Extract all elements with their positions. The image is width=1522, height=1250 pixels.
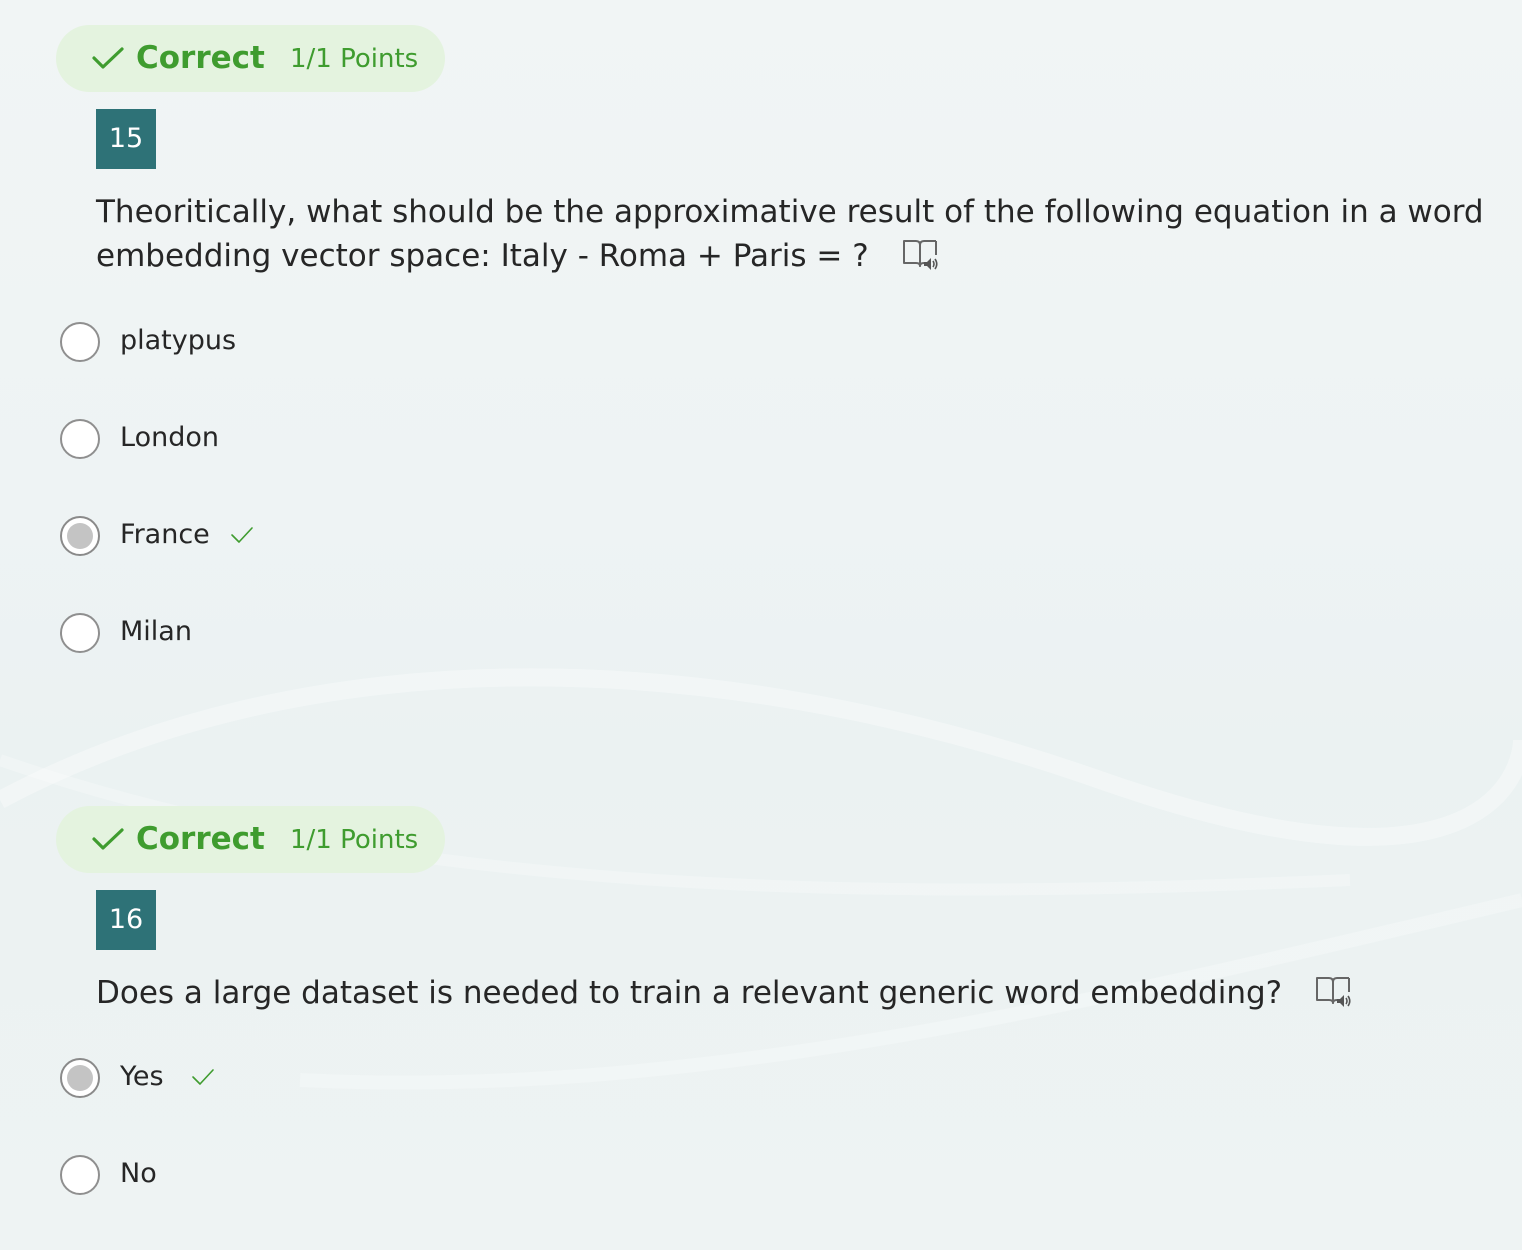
immersive-reader-icon[interactable] xyxy=(1314,975,1352,1009)
option-label: platypus xyxy=(120,325,237,356)
radio-button[interactable] xyxy=(60,1155,100,1195)
result-pill: Correct 1/1 Points xyxy=(56,806,445,873)
question-number-badge: 16 xyxy=(96,890,156,950)
question-number-badge: 15 xyxy=(96,109,156,169)
radio-button[interactable] xyxy=(60,322,100,362)
result-label: Correct xyxy=(136,40,265,76)
correct-check-icon xyxy=(192,1069,214,1085)
option-milan[interactable]: Milan xyxy=(60,612,660,654)
radio-button[interactable] xyxy=(60,419,100,459)
radio-button-selected[interactable] xyxy=(60,1058,100,1098)
option-london[interactable]: London xyxy=(60,418,660,460)
option-label: Yes xyxy=(120,1061,164,1092)
question-text-content: Theoritically, what should be the approx… xyxy=(96,194,1484,274)
check-icon xyxy=(92,828,124,850)
option-france[interactable]: France xyxy=(60,515,660,557)
question-text: Theoritically, what should be the approx… xyxy=(96,190,1496,278)
option-label: No xyxy=(120,1158,157,1189)
radio-button[interactable] xyxy=(60,613,100,653)
option-label: France xyxy=(120,519,210,550)
option-label: London xyxy=(120,422,219,453)
correct-check-icon xyxy=(231,527,253,543)
result-label: Correct xyxy=(136,821,265,857)
check-icon xyxy=(92,47,124,69)
option-yes[interactable]: Yes xyxy=(60,1057,660,1099)
result-points: 1/1 Points xyxy=(290,44,419,74)
option-no[interactable]: No xyxy=(60,1154,660,1196)
option-label: Milan xyxy=(120,616,192,647)
option-platypus[interactable]: platypus xyxy=(60,321,660,363)
radio-button-selected[interactable] xyxy=(60,516,100,556)
question-text-content: Does a large dataset is needed to train … xyxy=(96,975,1283,1011)
immersive-reader-icon[interactable] xyxy=(901,238,939,272)
result-pill: Correct 1/1 Points xyxy=(56,25,445,92)
question-text: Does a large dataset is needed to train … xyxy=(96,971,1496,1015)
result-points: 1/1 Points xyxy=(290,825,419,855)
